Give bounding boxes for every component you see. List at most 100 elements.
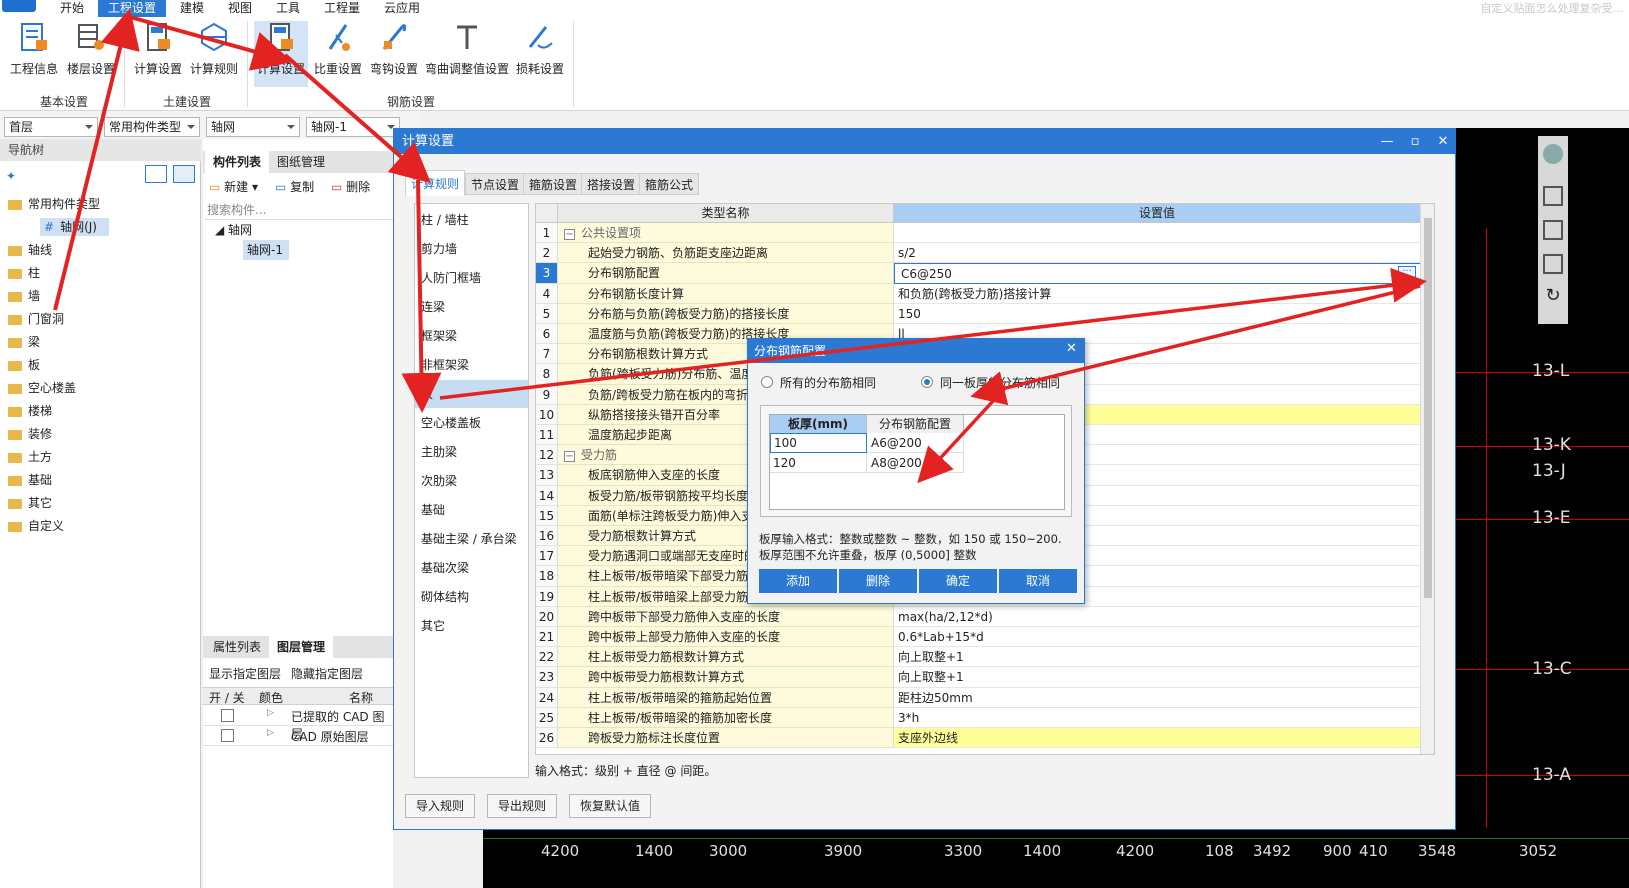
tree-item-axis-grid-1[interactable]: 轴网-1 [243, 240, 289, 260]
layer-checkbox[interactable] [221, 709, 234, 722]
category-main-rib[interactable]: 主肋梁 [415, 438, 528, 466]
setting-value[interactable]: 向上取整+1 [894, 667, 1421, 688]
app-logo[interactable] [2, 0, 36, 12]
setting-value[interactable]: 3*h [894, 708, 1421, 728]
category-civil-defense-wall[interactable]: 人防门框墙 [415, 264, 528, 292]
nav-item-earthwork[interactable]: 土方 [8, 448, 52, 466]
list-view-icon[interactable] [145, 165, 167, 183]
close-icon[interactable]: ✕ [1066, 341, 1077, 356]
calc-rules-button[interactable]: 计算规则 [188, 21, 240, 77]
menu-cloud[interactable]: 云应用 [374, 0, 430, 17]
civil-calc-settings-button[interactable]: 计算设置 [132, 21, 184, 77]
tab-stirrup-formula[interactable]: 箍筋公式 [639, 173, 700, 195]
category-foundation-main-beam[interactable]: 基础主梁 / 承台梁 [415, 525, 528, 553]
pin-icon[interactable]: ✦ [6, 169, 16, 183]
grid-row[interactable]: 2 起始受力钢筋、负筋距支座边距离 s/2 [536, 243, 1421, 264]
hook-settings-button[interactable]: 弯钩设置 [368, 21, 420, 77]
nav-item-opening[interactable]: 门窗洞 [8, 310, 64, 328]
nav-item-stairs[interactable]: 楼梯 [8, 402, 52, 420]
close-icon[interactable]: ✕ [1430, 129, 1456, 154]
rebar-config-cell[interactable]: A8@200 [867, 453, 964, 473]
show-layer-button[interactable]: 显示指定图层 [209, 665, 281, 682]
tab-stirrup-settings[interactable]: 箍筋设置 [523, 173, 584, 195]
category-secondary-rib[interactable]: 次肋梁 [415, 467, 528, 495]
new-button[interactable]: ▭ 新建 ▾ [209, 178, 258, 195]
nav-item-axis[interactable]: 轴线 [8, 241, 52, 259]
grid-row[interactable]: 21 跨中板带上部受力筋伸入支座的长度 0.6*Lab+15*d [536, 627, 1421, 648]
rebar-config-cell[interactable]: A6@200 [867, 433, 964, 453]
delete-button[interactable]: 删除 [839, 569, 917, 593]
menu-modeling[interactable]: 建模 [170, 0, 214, 17]
category-other[interactable]: 其它 [415, 612, 528, 640]
tab-drawing-management[interactable]: 图纸管理 [269, 151, 333, 173]
component-type-select[interactable]: 常用构件类型 [104, 117, 200, 137]
category-column[interactable]: 柱 / 墙柱 [415, 206, 528, 234]
maximize-icon[interactable]: ▫ [1402, 129, 1428, 154]
layer-row[interactable]: ▷ 已提取的 CAD 图层 [203, 706, 393, 741]
menu-quantity[interactable]: 工程量 [314, 0, 370, 17]
grid-row[interactable]: 24 柱上板带/板带暗梁的箍筋起始位置 距柱边50mm [536, 687, 1421, 708]
import-rules-button[interactable]: 导入规则 [405, 794, 476, 818]
nav-item-beam[interactable]: 梁 [8, 333, 40, 351]
project-info-button[interactable]: 工程信息 [8, 21, 60, 77]
nav-item-axis-grid[interactable]: # 轴网(J) [40, 218, 109, 236]
nav-item-wall[interactable]: 墙 [8, 287, 40, 305]
detail-view-icon[interactable] [173, 165, 195, 183]
grid-row[interactable]: 25 柱上板带/板带暗梁的箍筋加密长度 3*h [536, 707, 1421, 728]
menu-view[interactable]: 视图 [218, 0, 262, 17]
tab-lap-settings[interactable]: 搭接设置 [581, 173, 642, 195]
category-masonry[interactable]: 砌体结构 [415, 583, 528, 611]
delete-button[interactable]: ▭ 删除 [331, 178, 370, 195]
layer-checkbox[interactable] [221, 729, 234, 742]
grid-scrollbar[interactable] [1420, 204, 1434, 754]
scroll-thumb[interactable] [1424, 218, 1432, 598]
setting-value[interactable] [894, 223, 1421, 244]
hide-layer-button[interactable]: 隐藏指定图层 [291, 665, 363, 682]
grid-row[interactable]: 20 跨中板带下部受力筋伸入支座的长度 max(ha/2,12*d) [536, 606, 1421, 627]
thickness-cell[interactable]: 100 [770, 433, 867, 453]
category-frame-beam[interactable]: 框架梁 [415, 322, 528, 350]
component-search-input[interactable]: 搜索构件... [205, 200, 393, 220]
bend-adjust-settings-button[interactable]: 弯曲调整值设置 [424, 21, 510, 77]
category-foundation[interactable]: 基础 [415, 496, 528, 524]
tab-component-list[interactable]: 构件列表 [205, 151, 270, 173]
3d-view-icon[interactable] [1543, 186, 1563, 206]
setting-value[interactable]: max(ha/2,12*d) [894, 607, 1421, 627]
grid-row[interactable]: 3 分布钢筋配置 C6@250 ··· [536, 263, 1421, 284]
setting-value[interactable]: s/2 [894, 243, 1421, 264]
tab-calc-rules[interactable]: 计算规则 [405, 170, 466, 196]
tab-property-list[interactable]: 属性列表 [205, 636, 269, 658]
minimize-icon[interactable]: — [1374, 129, 1400, 154]
grid-row[interactable]: 5 分布筋与负筋(跨板受力筋)的搭接长度 150 [536, 303, 1421, 324]
rebar-calc-settings-button[interactable]: 计算设置 [254, 21, 308, 87]
top-view-icon[interactable] [1543, 220, 1563, 240]
component-select[interactable]: 轴网 [206, 117, 300, 137]
nav-item-finishing[interactable]: 装修 [8, 425, 52, 443]
cad-canvas[interactable]: ↻ 13-L 13-K 13-J 13-E 13-C 13-A [1456, 128, 1629, 888]
tree-root-axis-grid[interactable]: ◢ 轴网 [215, 221, 252, 238]
orbit-icon[interactable] [1543, 144, 1563, 164]
instance-select[interactable]: 轴网-1 [306, 117, 400, 137]
setting-value[interactable]: C6@250 ··· [894, 263, 1421, 284]
tab-layer-management[interactable]: 图层管理 [269, 636, 334, 658]
grid-row[interactable]: 23 跨中板带受力筋根数计算方式 向上取整+1 [536, 667, 1421, 688]
grid-row[interactable]: 26 跨板受力筋标注长度位置 支座外边线 [536, 728, 1421, 749]
grid-row[interactable]: 4 分布钢筋长度计算 和负筋(跨板受力筋)搭接计算 [536, 283, 1421, 304]
layer-row[interactable]: ▷ CAD 原始图层 [203, 726, 393, 746]
menu-project-settings[interactable]: 工程设置 [98, 0, 167, 17]
category-non-frame-beam[interactable]: 非框架梁 [415, 351, 528, 379]
setting-value[interactable]: 0.6*Lab+15*d [894, 627, 1421, 648]
thickness-cell[interactable]: 120 [770, 453, 867, 473]
setting-value[interactable]: 150 [894, 304, 1421, 324]
menu-tools[interactable]: 工具 [266, 0, 310, 17]
nav-item-column[interactable]: 柱 [8, 264, 40, 282]
restore-defaults-button[interactable]: 恢复默认值 [569, 794, 652, 818]
category-hollow-slab[interactable]: 空心楼盖板 [415, 409, 528, 437]
nav-root-common-types[interactable]: 常用构件类型 [8, 195, 100, 213]
loss-settings-button[interactable]: 损耗设置 [514, 21, 566, 77]
front-view-icon[interactable] [1543, 254, 1563, 274]
add-button[interactable]: 添加 [759, 569, 837, 593]
category-shear-wall[interactable]: 剪力墙 [415, 235, 528, 263]
category-foundation-secondary-beam[interactable]: 基础次梁 [415, 554, 528, 582]
nav-item-foundation[interactable]: 基础 [8, 471, 52, 489]
